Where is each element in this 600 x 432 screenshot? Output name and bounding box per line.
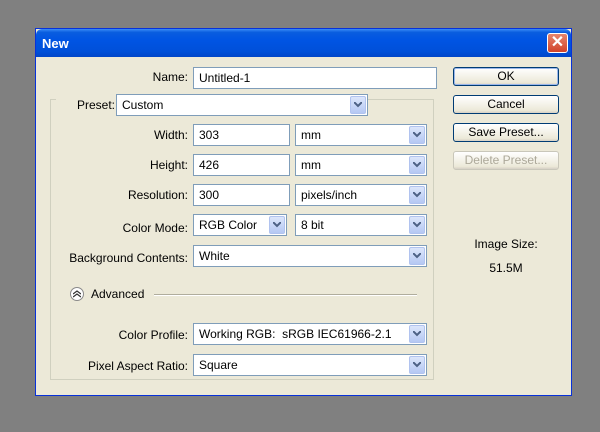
image-size-label: Image Size: [474, 237, 538, 251]
width-label: Width: [153, 128, 188, 142]
preset-select[interactable]: Custom [116, 94, 368, 116]
color-profile-label: Color Profile: [118, 328, 188, 342]
height-unit-select[interactable]: mm [295, 154, 427, 176]
chevron-down-icon [350, 96, 366, 114]
chevron-down-icon [269, 216, 285, 234]
bit-depth-select[interactable]: 8 bit [295, 214, 427, 236]
preset-label: Preset: [56, 98, 118, 112]
resolution-unit-select[interactable]: pixels/inch [295, 184, 427, 206]
save-preset-button[interactable]: Save Preset... [453, 123, 559, 142]
background-contents-value: White [199, 249, 230, 263]
advanced-label[interactable]: Advanced [91, 287, 144, 301]
chevron-down-icon [409, 247, 425, 265]
background-contents-label: Background Contents: [69, 251, 188, 265]
chevron-down-icon [409, 126, 425, 144]
height-unit-value: mm [301, 158, 321, 172]
ok-button[interactable]: OK [453, 67, 559, 86]
color-mode-label: Color Mode: [122, 221, 188, 235]
close-icon: ✕ [550, 34, 565, 51]
chevron-down-icon [409, 325, 425, 343]
width-input[interactable]: 303 [193, 124, 290, 146]
height-label: Height: [149, 158, 188, 172]
resolution-unit-value: pixels/inch [301, 188, 358, 202]
name-input[interactable]: Untitled-1 [193, 67, 437, 89]
pixel-aspect-ratio-label: Pixel Aspect Ratio: [87, 359, 188, 373]
color-mode-value: RGB Color [199, 218, 258, 232]
chevron-down-icon [409, 356, 425, 374]
resolution-label: Resolution: [127, 188, 188, 202]
bit-depth-value: 8 bit [301, 218, 324, 232]
preset-value: Custom [122, 98, 164, 112]
new-document-dialog: New ✕ Name: Untitled-1 Preset: Custom Wi… [35, 28, 572, 396]
chevron-down-icon [409, 156, 425, 174]
close-button[interactable]: ✕ [547, 33, 568, 53]
advanced-divider [154, 294, 417, 296]
pixel-aspect-ratio-select[interactable]: Square [193, 354, 427, 376]
pixel-aspect-ratio-value: Square [199, 358, 238, 372]
dialog-title: New [42, 36, 69, 51]
image-size-value: 51.5M [489, 261, 523, 275]
height-input[interactable]: 426 [193, 154, 290, 176]
color-mode-select[interactable]: RGB Color [193, 214, 287, 236]
collapse-advanced-icon[interactable] [70, 287, 84, 301]
color-profile-value: Working RGB: sRGB IEC61966-2.1 [199, 327, 392, 341]
delete-preset-button[interactable]: Delete Preset... [453, 151, 559, 170]
chevron-down-icon [409, 216, 425, 234]
width-unit-value: mm [301, 128, 321, 142]
resolution-input[interactable]: 300 [193, 184, 290, 206]
name-label: Name: [152, 70, 188, 84]
color-profile-select[interactable]: Working RGB: sRGB IEC61966-2.1 [193, 323, 427, 345]
cancel-button[interactable]: Cancel [453, 95, 559, 114]
chevron-down-icon [409, 186, 425, 204]
background-contents-select[interactable]: White [193, 245, 427, 267]
title-bar[interactable]: New ✕ [36, 29, 571, 57]
width-unit-select[interactable]: mm [295, 124, 427, 146]
